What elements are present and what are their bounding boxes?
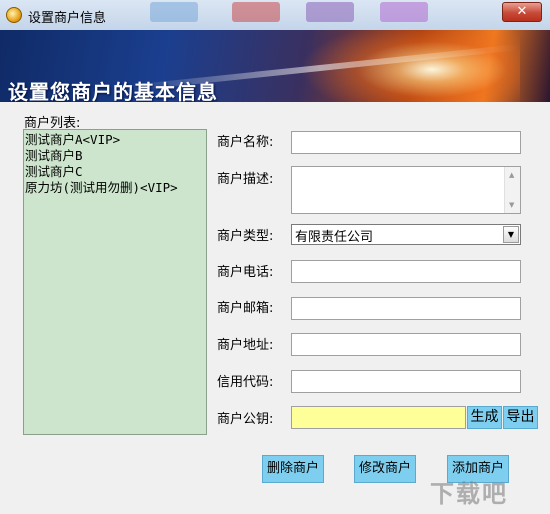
taskbar-thumbnail	[150, 2, 198, 22]
name-label: 商户名称:	[217, 135, 274, 150]
email-input[interactable]	[291, 297, 521, 320]
taskbar-thumbnail	[306, 2, 354, 22]
phone-input[interactable]	[291, 260, 521, 283]
type-label: 商户类型:	[217, 229, 274, 244]
list-item[interactable]: 测试商户A<VIP>	[25, 132, 205, 148]
dialog-window: 设置商户信息 ✕ 设置您商户的基本信息 商户列表: 测试商户A<VIP> 测试商…	[0, 0, 550, 514]
export-button[interactable]: 导出	[503, 406, 538, 429]
delete-merchant-button[interactable]: 删除商户	[262, 455, 324, 483]
taskbar-thumbnail	[232, 2, 280, 22]
credit-code-input[interactable]	[291, 370, 521, 393]
public-key-label: 商户公钥:	[217, 412, 274, 427]
merchant-list[interactable]: 测试商户A<VIP> 测试商户B 测试商户C 原力坊(测试用勿删)<VIP>	[23, 129, 207, 435]
window-title: 设置商户信息	[28, 11, 107, 26]
type-selected-value: 有限责任公司	[295, 230, 374, 245]
email-label: 商户邮箱:	[217, 301, 274, 316]
description-textarea[interactable]: ▲ ▼	[291, 166, 521, 214]
address-input[interactable]	[291, 333, 521, 356]
scroll-up-icon[interactable]: ▲	[509, 171, 514, 179]
scroll-down-icon[interactable]: ▼	[509, 201, 514, 209]
type-select[interactable]: 有限责任公司 ▼	[291, 224, 521, 245]
app-icon	[6, 7, 22, 23]
phone-label: 商户电话:	[217, 265, 274, 280]
taskbar-thumbnail	[380, 2, 428, 22]
generate-button[interactable]: 生成	[467, 406, 502, 429]
name-input[interactable]	[291, 131, 521, 154]
list-item[interactable]: 测试商户B	[25, 148, 205, 164]
description-scrollbar[interactable]: ▲ ▼	[504, 167, 520, 213]
list-item[interactable]: 测试商户C	[25, 164, 205, 180]
banner-title: 设置您商户的基本信息	[8, 80, 218, 102]
title-bar: 设置商户信息 ✕	[0, 0, 550, 30]
modify-merchant-button[interactable]: 修改商户	[354, 455, 416, 483]
chevron-down-icon[interactable]: ▼	[503, 226, 519, 243]
address-label: 商户地址:	[217, 338, 274, 353]
watermark-logo: 下载吧	[430, 480, 508, 508]
header-banner: 设置您商户的基本信息	[0, 30, 550, 102]
credit-code-label: 信用代码:	[217, 375, 274, 390]
list-item[interactable]: 原力坊(测试用勿删)<VIP>	[25, 180, 205, 196]
close-button[interactable]: ✕	[502, 2, 542, 22]
public-key-input[interactable]	[291, 406, 466, 429]
description-label: 商户描述:	[217, 172, 274, 187]
